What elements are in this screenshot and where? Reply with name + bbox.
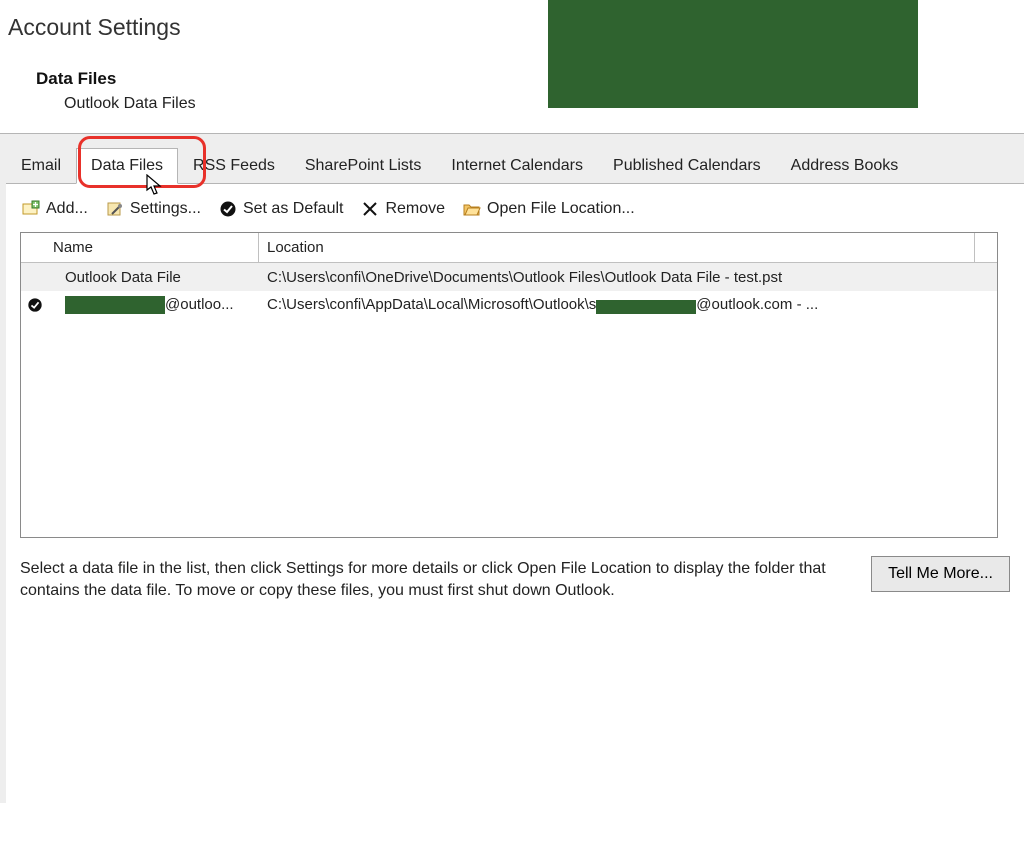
tab-sharepoint-lists[interactable]: SharePoint Lists <box>290 148 437 183</box>
check-circle-icon <box>219 200 237 218</box>
tab-strip: Email Data Files RSS Feeds SharePoint Li… <box>0 133 1024 803</box>
cell-location: C:\Users\confi\AppData\Local\Microsoft\O… <box>259 296 997 314</box>
column-name[interactable]: Name <box>49 233 259 262</box>
tab-panel: Add... Settings... Set as Default Remove <box>6 183 1024 803</box>
remove-label: Remove <box>385 200 445 218</box>
folder-open-icon <box>463 200 481 218</box>
cell-name: Outlook Data File <box>49 269 259 286</box>
tell-me-more-button[interactable]: Tell Me More... <box>871 556 1010 592</box>
location-suffix: @outlook.com - ... <box>696 296 818 313</box>
table-row[interactable]: Outlook Data File C:\Users\confi\OneDriv… <box>21 263 997 291</box>
tab-published-calendars[interactable]: Published Calendars <box>598 148 776 183</box>
settings-label: Settings... <box>130 200 201 218</box>
cell-location: C:\Users\confi\OneDrive\Documents\Outloo… <box>259 269 997 286</box>
help-text: Select a data file in the list, then cli… <box>20 558 830 602</box>
redaction-block <box>548 0 918 108</box>
set-default-label: Set as Default <box>243 200 344 218</box>
open-file-location-button[interactable]: Open File Location... <box>463 200 635 218</box>
help-area: Select a data file in the list, then cli… <box>20 558 1010 602</box>
remove-icon <box>361 200 379 218</box>
column-headers[interactable]: Name Location <box>21 233 997 263</box>
remove-button[interactable]: Remove <box>361 200 445 218</box>
add-icon <box>22 200 40 218</box>
data-files-list[interactable]: Name Location Outlook Data File C:\Users… <box>20 232 998 538</box>
tab-rss-feeds[interactable]: RSS Feeds <box>178 148 290 183</box>
set-default-button[interactable]: Set as Default <box>219 200 344 218</box>
add-label: Add... <box>46 200 88 218</box>
table-row[interactable]: @outloo... C:\Users\confi\AppData\Local\… <box>21 291 997 319</box>
column-location[interactable]: Location <box>259 233 975 262</box>
add-button[interactable]: Add... <box>22 200 88 218</box>
tab-internet-calendars[interactable]: Internet Calendars <box>436 148 598 183</box>
tab-data-files[interactable]: Data Files <box>76 148 178 184</box>
tab-email[interactable]: Email <box>6 148 76 183</box>
settings-button[interactable]: Settings... <box>106 200 201 218</box>
settings-icon <box>106 200 124 218</box>
name-suffix: @outloo... <box>165 296 234 313</box>
default-indicator <box>21 297 49 313</box>
redaction-block <box>65 296 165 314</box>
tab-address-books[interactable]: Address Books <box>776 148 914 183</box>
open-file-location-label: Open File Location... <box>487 200 635 218</box>
cell-name: @outloo... <box>49 296 259 314</box>
location-prefix: C:\Users\confi\AppData\Local\Microsoft\O… <box>267 296 596 313</box>
redaction-block <box>596 300 696 314</box>
toolbar: Add... Settings... Set as Default Remove <box>22 200 1010 218</box>
